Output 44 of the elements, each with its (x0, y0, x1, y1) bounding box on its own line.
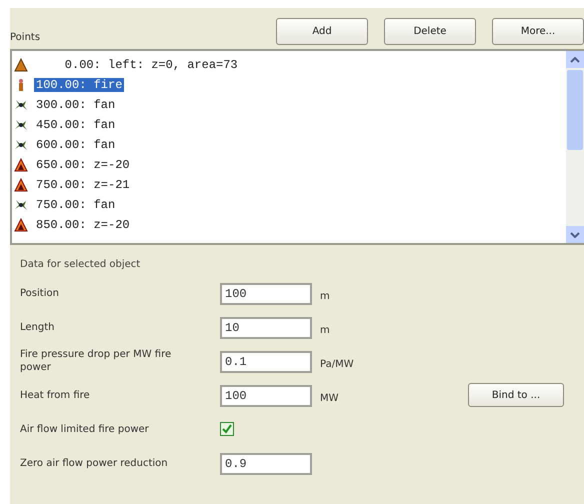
group-title: Data for selected object (20, 259, 142, 270)
field-label: Zero air flow power reduction (20, 456, 169, 470)
field-label: Heat from fire (20, 388, 91, 402)
list-item[interactable]: 750.00: z=-21 (34, 178, 132, 192)
up-caret-icon (570, 56, 580, 62)
toolbar-button[interactable]: Delete (384, 18, 476, 45)
list-item[interactable]: 850.00: z=-20 (34, 218, 132, 232)
input-field[interactable]: 100 (220, 384, 312, 406)
unit-label: m (319, 290, 330, 302)
field-label: Length (20, 320, 56, 334)
warning-triangle-icon (14, 178, 28, 192)
fan-icon (14, 198, 28, 212)
warning-triangle-icon (14, 58, 28, 72)
input-field[interactable]: 100 (220, 282, 312, 304)
list-item[interactable]: 450.00: fan (34, 118, 118, 132)
checkbox[interactable] (220, 422, 234, 436)
scroll-down-button[interactable] (566, 226, 584, 243)
list-item[interactable]: 750.00: fan (34, 198, 118, 212)
field-label: Air flow limited fire power (20, 422, 150, 436)
unit-label: MW (319, 392, 339, 404)
input-field[interactable]: 10 (220, 316, 312, 338)
bind-button[interactable]: Bind to ... (468, 383, 564, 407)
scrollbar-thumb[interactable] (567, 70, 583, 150)
fan-icon (14, 98, 28, 112)
unit-label: m (319, 324, 330, 336)
fan-icon (14, 118, 28, 132)
list-item[interactable]: 0.00: left: z=0, area=73 (34, 58, 240, 72)
list-item[interactable]: 600.00: fan (34, 138, 118, 152)
fan-icon (14, 138, 28, 152)
down-caret-icon (570, 232, 580, 238)
warning-triangle-icon (14, 158, 28, 172)
input-field[interactable]: 0.1 (220, 350, 312, 372)
field-label: Position (20, 286, 60, 300)
list-item[interactable]: 650.00: z=-20 (34, 158, 132, 172)
toolbar-button[interactable]: More... (492, 18, 584, 45)
warning-triangle-icon (14, 218, 28, 232)
list-item[interactable]: 300.00: fan (34, 98, 118, 112)
list-item[interactable]: 100.00: fire (34, 78, 124, 92)
field-label: Fire pressure drop per MW fire power (20, 348, 172, 374)
input-field[interactable]: 0.9 (220, 452, 312, 474)
scroll-up-button[interactable] (566, 51, 584, 68)
toolbar-button[interactable]: Add (276, 18, 368, 45)
section-title: Points (10, 32, 42, 45)
unit-label: Pa/MW (319, 358, 354, 370)
